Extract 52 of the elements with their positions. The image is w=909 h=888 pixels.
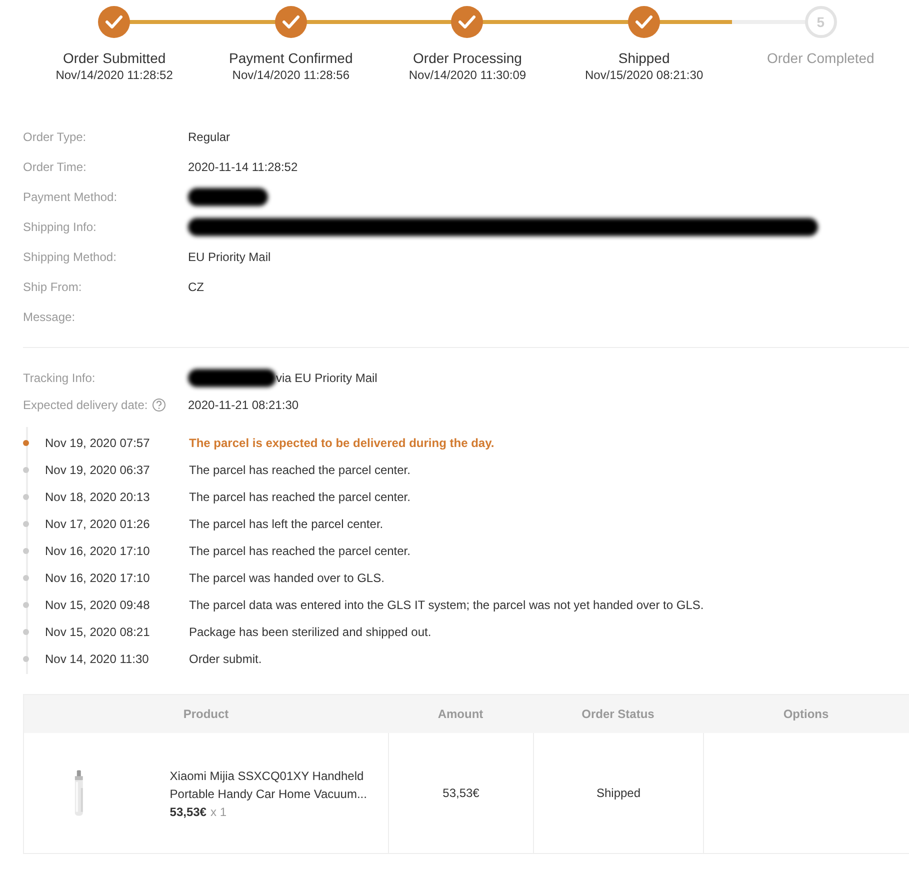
help-icon[interactable] (152, 398, 166, 412)
step-time: Nov/14/2020 11:28:52 (56, 68, 173, 82)
order-status: Shipped (596, 786, 641, 800)
field-label: Payment Method: (23, 190, 118, 204)
product-price: 53,53€ (170, 805, 206, 819)
field-label: Shipping Method: (23, 250, 118, 264)
column-header: Amount (436, 707, 484, 721)
field-value: 2020-11-21 08:21:30 (188, 398, 299, 412)
step-label: Payment Confirmed (229, 50, 353, 66)
field-label: Order Time: (23, 160, 88, 174)
field-label: Tracking Info: (23, 371, 96, 385)
step-time: Nov/14/2020 11:30:09 (408, 68, 526, 82)
field-label: Message: (23, 310, 76, 324)
field-value: 2020-11-14 11:28:52 (188, 160, 298, 174)
column-header: Options (782, 707, 830, 721)
step-time: Nov/14/2020 11:28:56 (232, 68, 350, 82)
column-header: Order Status (580, 707, 656, 721)
field-label: Ship From: (23, 280, 83, 294)
event-time: Nov 14, 2020 11:30 (44, 652, 150, 666)
field-value: EU Priority Mail (188, 250, 271, 264)
step-time: Nov/15/2020 08:21:30 (585, 68, 704, 82)
field-label: Shipping Info: (23, 220, 98, 234)
event-text: The parcel has reached the parcel center. (189, 544, 410, 558)
event-time: Nov 15, 2020 08:21 (44, 624, 151, 638)
event-text: The parcel has reached the parcel center. (189, 490, 410, 504)
event-time: Nov 16, 2020 17:10 (44, 544, 151, 558)
field-label: Expected delivery date: (23, 398, 148, 412)
event-text: The parcel has reached the parcel center. (189, 462, 410, 476)
event-text: The parcel was handed over to GLS. (189, 570, 384, 584)
field-value: via EU Priority Mail (276, 371, 378, 385)
product-title[interactable]: Xiaomi Mijia SSXCQ01XY Handheld Portable Handy Car Home Vacuum... (170, 767, 388, 803)
event-time: Nov 15, 2020 09:48 (44, 598, 151, 612)
event-text: The parcel is expected to be delivered during the day. (189, 436, 494, 450)
event-time: Nov 18, 2020 20:13 (44, 490, 151, 504)
step-label: Order Submitted (62, 50, 166, 66)
amount-value: 53,53€ (442, 786, 480, 800)
field-label: Order Type: (23, 130, 88, 144)
event-text: The parcel has left the parcel center. (189, 516, 384, 530)
event-time: Nov 19, 2020 07:57 (44, 436, 151, 450)
step-label: Order Completed (766, 50, 874, 66)
product-quantity: x 1 (210, 805, 226, 819)
field-value: Regular (188, 130, 230, 144)
field-value: CZ (188, 280, 204, 294)
event-text: Package has been sterilized and shipped out. (189, 624, 432, 638)
column-header: Product (182, 707, 230, 721)
event-time: Nov 19, 2020 06:37 (44, 462, 151, 476)
event-text: The parcel data was entered into the GLS IT system; the parcel was not yet handed over to GLS. (189, 598, 704, 612)
event-text: Order submit. (189, 652, 262, 666)
event-time: Nov 17, 2020 01:26 (44, 516, 151, 530)
step-label: Order Processing (413, 50, 522, 66)
event-time: Nov 16, 2020 17:10 (44, 570, 151, 584)
step-label: Shipped (618, 50, 670, 66)
